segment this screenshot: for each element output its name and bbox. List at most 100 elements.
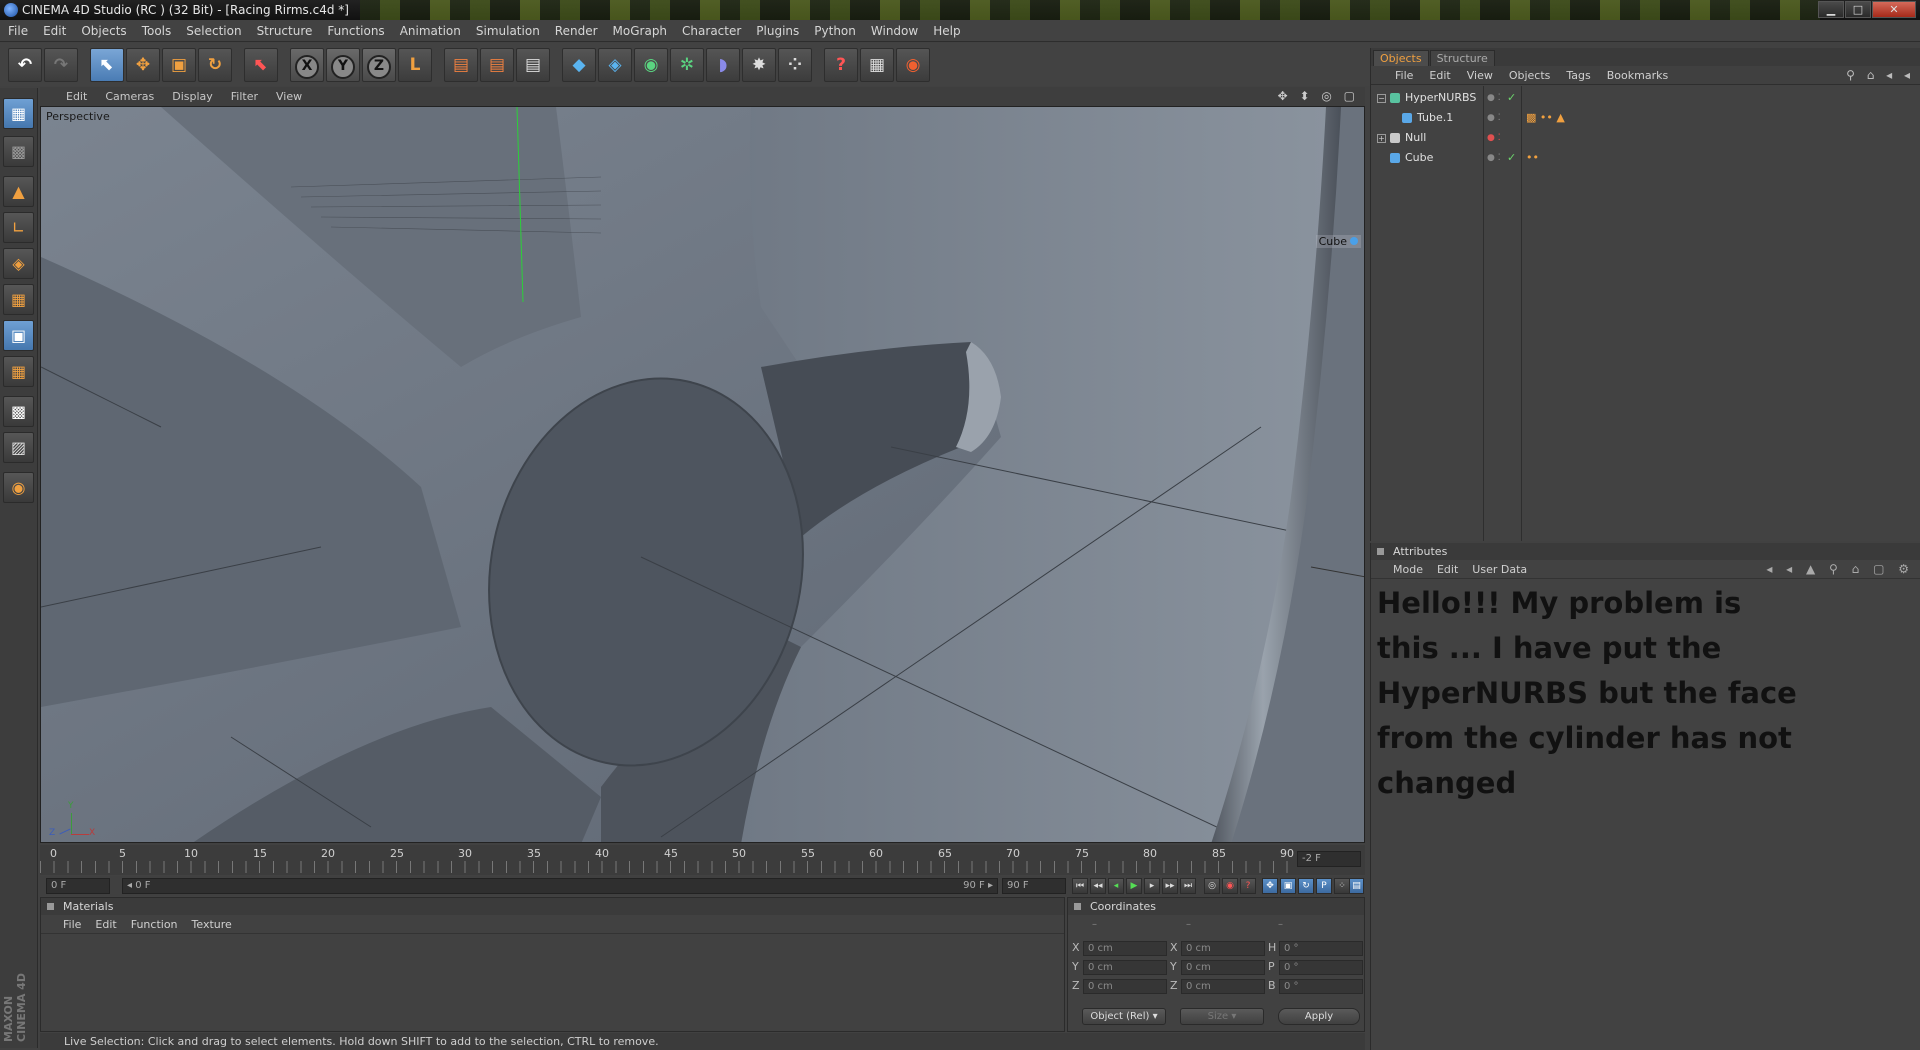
menu-render[interactable]: Render bbox=[555, 24, 598, 38]
key-scale-button[interactable]: ▣ bbox=[1280, 878, 1296, 894]
menu-python[interactable]: Python bbox=[814, 24, 856, 38]
object-mode-button[interactable]: ▣ bbox=[3, 320, 34, 351]
tab-objects[interactable]: Objects bbox=[1373, 50, 1429, 66]
axis-mode-button[interactable]: ▩ bbox=[3, 396, 34, 427]
perspective-viewport[interactable]: Perspective Cube Y X Z bbox=[40, 106, 1365, 843]
apply-button[interactable]: Apply bbox=[1278, 1008, 1360, 1025]
menu-window[interactable]: Window bbox=[871, 24, 918, 38]
visibility-dots[interactable]: ● ⁚ bbox=[1487, 148, 1501, 168]
web-button[interactable]: ◉ bbox=[896, 47, 930, 82]
materials-menu-file[interactable]: File bbox=[63, 918, 81, 931]
objects-menu-edit[interactable]: Edit bbox=[1429, 69, 1450, 82]
key-rotation-button[interactable]: ↻ bbox=[1298, 878, 1314, 894]
menu-functions[interactable]: Functions bbox=[327, 24, 384, 38]
viewport-menu-edit[interactable]: Edit bbox=[66, 90, 87, 103]
y-axis-button[interactable]: Y bbox=[326, 47, 360, 82]
viewport-camera-label[interactable]: Perspective bbox=[46, 110, 110, 123]
size-y-field[interactable]: 0 cm bbox=[1181, 960, 1265, 975]
attributes-menu-user-data[interactable]: User Data bbox=[1472, 563, 1527, 576]
object-row-null[interactable]: + Null ● ⁚ bbox=[1371, 128, 1920, 148]
object-name[interactable]: Tube.1 bbox=[1417, 108, 1453, 128]
collapse-toggle[interactable]: − bbox=[1377, 94, 1386, 103]
next-key-button[interactable]: ▸▸ bbox=[1162, 878, 1178, 894]
object-row-tube[interactable]: Tube.1 ● ⁚ ▩ •• ▲ bbox=[1371, 108, 1920, 128]
enable-check-icon[interactable]: ✓ bbox=[1507, 148, 1516, 168]
size-z-field[interactable]: 0 cm bbox=[1181, 979, 1265, 994]
attributes-menu-edit[interactable]: Edit bbox=[1437, 563, 1458, 576]
current-frame-field[interactable]: -2 F bbox=[1297, 851, 1361, 867]
close-button[interactable]: ✕ bbox=[1872, 1, 1916, 18]
materials-menu-texture[interactable]: Texture bbox=[192, 918, 232, 931]
live-selection-button[interactable]: ⬉ bbox=[90, 47, 124, 82]
menu-animation[interactable]: Animation bbox=[400, 24, 461, 38]
position-y-field[interactable]: 0 cm bbox=[1083, 960, 1167, 975]
viewport-menu-filter[interactable]: Filter bbox=[231, 90, 258, 103]
menu-structure[interactable]: Structure bbox=[257, 24, 313, 38]
polygons-mode-button[interactable]: ◈ bbox=[3, 248, 34, 279]
next-frame-button[interactable]: ▸ bbox=[1144, 878, 1160, 894]
attributes-nav-icons[interactable]: ◂ ◂ ▲ ⚲ ⌂ ▢ ⚙ bbox=[1766, 562, 1914, 576]
object-manager-nav-icons[interactable]: ⚲ ⌂ ◂ ◂ bbox=[1846, 68, 1914, 82]
add-deformer-button[interactable]: ◗ bbox=[706, 47, 740, 82]
x-axis-button[interactable]: X bbox=[290, 47, 324, 82]
key-position-button[interactable]: ✥ bbox=[1262, 878, 1278, 894]
go-to-end-button[interactable]: ⏭ bbox=[1180, 878, 1196, 894]
object-tags[interactable]: ▩ •• ▲ bbox=[1526, 108, 1565, 128]
size-mode-dropdown[interactable]: Size ▾ bbox=[1180, 1008, 1264, 1025]
play-button[interactable]: ▶ bbox=[1126, 878, 1142, 894]
viewport-menu-display[interactable]: Display bbox=[172, 90, 213, 103]
viewport-navigation-icons[interactable]: ✥ ⬍ ◎ ▢ bbox=[1278, 89, 1359, 103]
objects-menu-objects[interactable]: Objects bbox=[1509, 69, 1551, 82]
objects-menu-tags[interactable]: Tags bbox=[1566, 69, 1590, 82]
timeline-layout-button[interactable]: ▤ bbox=[1349, 878, 1364, 894]
rotation-h-field[interactable]: 0 ° bbox=[1279, 941, 1363, 956]
object-row-cube[interactable]: Cube ● ⁚ ✓ •• bbox=[1371, 148, 1920, 168]
go-to-start-button[interactable]: ⏮ bbox=[1072, 878, 1088, 894]
rotation-p-field[interactable]: 0 ° bbox=[1279, 960, 1363, 975]
object-tags[interactable]: •• bbox=[1526, 148, 1539, 168]
visibility-dots[interactable]: ● ⁚ bbox=[1487, 108, 1501, 128]
key-point-level-button[interactable]: ⁘ bbox=[1334, 878, 1350, 894]
z-axis-button[interactable]: Z bbox=[362, 47, 396, 82]
enable-check-icon[interactable]: ✓ bbox=[1507, 88, 1516, 108]
object-row-hypernurbs[interactable]: − HyperNURBS ● ⁚ ✓ bbox=[1371, 88, 1920, 108]
redo-button[interactable]: ↷ bbox=[44, 47, 78, 82]
add-nurbs-button[interactable]: ◈ bbox=[598, 47, 632, 82]
object-name[interactable]: HyperNURBS bbox=[1405, 88, 1476, 108]
menu-help[interactable]: Help bbox=[933, 24, 960, 38]
layout-button[interactable]: ▦ bbox=[860, 47, 894, 82]
object-name[interactable]: Null bbox=[1405, 128, 1426, 148]
rotation-b-field[interactable]: 0 ° bbox=[1279, 979, 1363, 994]
render-picture-viewer-button[interactable]: ▤ bbox=[480, 47, 514, 82]
enable-axis-button[interactable]: ▨ bbox=[3, 432, 34, 463]
position-x-field[interactable]: 0 cm bbox=[1083, 941, 1167, 956]
model-mode-button[interactable]: ▦ bbox=[3, 284, 34, 315]
objects-menu-file[interactable]: File bbox=[1395, 69, 1413, 82]
viewport-menu-cameras[interactable]: Cameras bbox=[105, 90, 154, 103]
end-frame-field[interactable]: 90 F bbox=[1002, 878, 1066, 894]
attributes-menu-mode[interactable]: Mode bbox=[1393, 563, 1423, 576]
make-editable-button[interactable]: ▦ bbox=[3, 98, 34, 129]
add-particles-button[interactable]: ⁘ bbox=[778, 47, 812, 82]
menu-edit[interactable]: Edit bbox=[43, 24, 66, 38]
rotate-tool-button[interactable]: ↻ bbox=[198, 47, 232, 82]
key-parameter-button[interactable]: P bbox=[1316, 878, 1332, 894]
record-position-button[interactable]: ◎ bbox=[1204, 878, 1220, 894]
previous-frame-button[interactable]: ◂ bbox=[1108, 878, 1124, 894]
record-active-button[interactable]: ◉ bbox=[1222, 878, 1238, 894]
snap-button[interactable]: ◉ bbox=[3, 472, 34, 503]
workplane-button[interactable]: ▦ bbox=[3, 356, 34, 387]
edges-mode-button[interactable]: ∟ bbox=[3, 212, 34, 243]
points-mode-button[interactable]: ▲ bbox=[3, 176, 34, 207]
size-x-field[interactable]: 0 cm bbox=[1181, 941, 1265, 956]
menu-mograph[interactable]: MoGraph bbox=[613, 24, 668, 38]
coordinate-mode-dropdown[interactable]: Object (Rel) ▾ bbox=[1082, 1008, 1166, 1025]
expand-toggle[interactable]: + bbox=[1377, 134, 1386, 143]
visibility-dots[interactable]: ● ⁚ bbox=[1487, 128, 1501, 148]
maximize-button[interactable]: □ bbox=[1845, 1, 1871, 18]
object-name[interactable]: Cube bbox=[1405, 148, 1433, 168]
visibility-dots[interactable]: ● ⁚ bbox=[1487, 88, 1501, 108]
minimize-button[interactable]: ▁ bbox=[1818, 1, 1844, 18]
objects-menu-view[interactable]: View bbox=[1467, 69, 1493, 82]
scale-tool-button[interactable]: ▣ bbox=[162, 47, 196, 82]
